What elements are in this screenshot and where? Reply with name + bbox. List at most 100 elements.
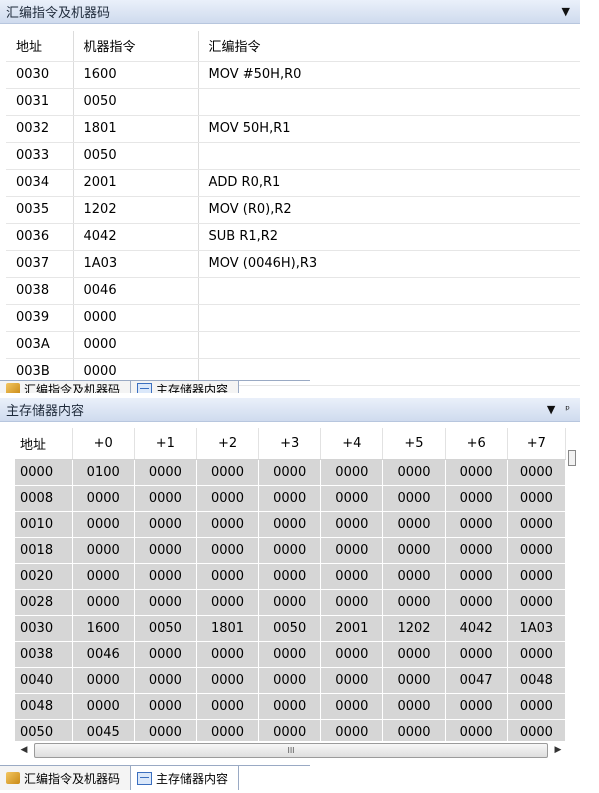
column-header-offset[interactable]: +6 [445, 428, 508, 460]
memory-cell[interactable]: 0000 [320, 641, 384, 668]
tab-assembly[interactable]: 汇编指令及机器码 [0, 766, 132, 790]
memory-row[interactable]: 0048 0000 0000 0000 0000 0000 0000 0000 0000 [15, 693, 566, 720]
scroll-right-icon[interactable]: ▶ [550, 742, 566, 758]
assembly-row[interactable]: 0037 1A03 MOV (0046H),R3 [6, 250, 580, 278]
column-header-offset[interactable]: +1 [134, 428, 197, 460]
memory-cell[interactable]: 0046 [72, 641, 135, 668]
memory-row[interactable]: 0020 0000 0000 0000 0000 0000 0000 0000 0000 [15, 563, 566, 590]
memory-cell[interactable]: 0000 [320, 511, 384, 538]
memory-cell[interactable]: 0000 [258, 485, 322, 512]
memory-cell[interactable]: 0000 [445, 537, 508, 564]
memory-cell[interactable]: 0000 [134, 459, 197, 486]
memory-cell[interactable]: 0000 [507, 511, 566, 538]
memory-cell[interactable]: 0000 [320, 459, 384, 486]
memory-cell[interactable]: 0000 [134, 589, 197, 616]
horizontal-scrollbar[interactable]: ◀ III ▶ [16, 741, 566, 759]
memory-cell[interactable]: 0000 [507, 589, 566, 616]
memory-cell[interactable]: 0000 [445, 641, 508, 668]
memory-cell[interactable]: 0000 [382, 641, 446, 668]
memory-cell[interactable]: 0000 [382, 563, 446, 590]
column-header-machine-code[interactable]: 机器指令 [73, 31, 199, 62]
assembly-row[interactable]: 0039 0000 [6, 304, 580, 332]
memory-cell[interactable]: 0047 [445, 667, 508, 694]
memory-cell[interactable]: 0000 [134, 641, 197, 668]
memory-cell[interactable]: 0048 [507, 667, 566, 694]
column-header-offset[interactable]: +7 [507, 428, 566, 460]
memory-row[interactable]: 0050 0045 0000 0000 0000 0000 0000 0000 0000 [15, 719, 566, 741]
memory-cell[interactable]: 0000 [320, 667, 384, 694]
memory-cell[interactable]: 0000 [382, 511, 446, 538]
memory-cell[interactable]: 0000 [196, 589, 260, 616]
memory-cell[interactable]: 0000 [258, 667, 322, 694]
panel-dropdown-icon[interactable]: ▼ [547, 404, 555, 415]
column-header-address[interactable]: 地址 [15, 428, 73, 460]
memory-cell[interactable]: 0000 [445, 511, 508, 538]
memory-cell[interactable]: 0000 [382, 589, 446, 616]
scrollbar-track[interactable]: III [32, 742, 550, 758]
panel-dropdown-icon[interactable]: ▼ [562, 6, 570, 17]
memory-cell[interactable]: 0000 [196, 485, 260, 512]
memory-cell[interactable]: 0000 [445, 485, 508, 512]
memory-cell[interactable]: 0000 [258, 511, 322, 538]
memory-cell[interactable]: 0000 [445, 459, 508, 486]
memory-row[interactable]: 0010 0000 0000 0000 0000 0000 0000 0000 0000 [15, 511, 566, 538]
memory-cell[interactable]: 0000 [134, 563, 197, 590]
memory-row[interactable]: 0028 0000 0000 0000 0000 0000 0000 0000 0000 [15, 589, 566, 616]
memory-cell[interactable]: 1A03 [507, 615, 566, 642]
memory-cell[interactable]: 0000 [507, 537, 566, 564]
memory-cell[interactable]: 0000 [72, 511, 135, 538]
memory-cell[interactable]: 1202 [382, 615, 446, 642]
memory-cell[interactable]: 0000 [445, 563, 508, 590]
memory-cell[interactable]: 0000 [507, 563, 566, 590]
tab-assembly[interactable]: 汇编指令及机器码 [0, 381, 132, 393]
memory-row[interactable]: 0040 0000 0000 0000 0000 0000 0000 0047 0048 [15, 667, 566, 694]
memory-cell[interactable]: 0000 [320, 719, 384, 741]
memory-row[interactable]: 0038 0046 0000 0000 0000 0000 0000 0000 0000 [15, 641, 566, 668]
memory-cell[interactable]: 0000 [134, 511, 197, 538]
pin-icon[interactable]: ᵖ [565, 404, 570, 415]
memory-cell[interactable]: 0000 [445, 693, 508, 720]
memory-cell[interactable]: 0000 [72, 693, 135, 720]
memory-cell[interactable]: 0000 [382, 667, 446, 694]
memory-cell[interactable]: 0000 [134, 667, 197, 694]
memory-cell[interactable]: 0000 [196, 693, 260, 720]
memory-cell[interactable]: 0000 [507, 719, 566, 741]
memory-cell[interactable]: 0000 [72, 667, 135, 694]
memory-cell[interactable]: 0000 [72, 537, 135, 564]
memory-cell[interactable]: 0000 [258, 563, 322, 590]
memory-cell[interactable]: 0000 [258, 693, 322, 720]
memory-row[interactable]: 0030 1600 0050 1801 0050 2001 1202 4042 1A03 [15, 615, 566, 642]
memory-cell[interactable]: 0000 [258, 459, 322, 486]
memory-table-viewport[interactable]: 地址 +0 +1 +2 +3 +4 +5 +6 +7 0000 0100 0000 0000 0000 0… [15, 428, 566, 741]
memory-cell[interactable]: 0000 [258, 537, 322, 564]
column-header-offset[interactable]: +3 [258, 428, 322, 460]
memory-cell[interactable]: 0000 [196, 667, 260, 694]
column-header-assembly[interactable]: 汇编指令 [198, 31, 580, 62]
column-header-offset[interactable]: +2 [196, 428, 260, 460]
memory-cell[interactable]: 0000 [382, 459, 446, 486]
memory-row[interactable]: 0000 0100 0000 0000 0000 0000 0000 0000 0000 [15, 459, 566, 486]
assembly-row[interactable]: 0035 1202 MOV (R0),R2 [6, 196, 580, 224]
memory-cell[interactable]: 0000 [134, 693, 197, 720]
memory-cell[interactable]: 0000 [134, 719, 197, 741]
memory-cell[interactable]: 4042 [445, 615, 508, 642]
memory-cell[interactable]: 0000 [196, 563, 260, 590]
memory-cell[interactable]: 0000 [445, 719, 508, 741]
memory-cell[interactable]: 0100 [72, 459, 135, 486]
assembly-row[interactable]: 0033 0050 [6, 142, 580, 170]
assembly-row[interactable]: 0036 4042 SUB R1,R2 [6, 223, 580, 251]
memory-cell[interactable]: 0000 [320, 589, 384, 616]
assembly-row[interactable]: 003A 0000 [6, 331, 580, 359]
column-header-offset[interactable]: +5 [382, 428, 446, 460]
memory-cell[interactable]: 0000 [507, 693, 566, 720]
tab-memory[interactable]: 主存储器内容 [131, 381, 240, 393]
memory-cell[interactable]: 0050 [134, 615, 197, 642]
memory-cell[interactable]: 1801 [196, 615, 260, 642]
memory-cell[interactable]: 0000 [258, 641, 322, 668]
assembly-row[interactable]: 0032 1801 MOV 50H,R1 [6, 115, 580, 143]
memory-cell[interactable]: 0000 [258, 589, 322, 616]
memory-cell[interactable]: 0000 [445, 589, 508, 616]
memory-cell[interactable]: 0000 [507, 485, 566, 512]
memory-row[interactable]: 0018 0000 0000 0000 0000 0000 0000 0000 0000 [15, 537, 566, 564]
tab-memory[interactable]: 主存储器内容 [131, 766, 240, 790]
